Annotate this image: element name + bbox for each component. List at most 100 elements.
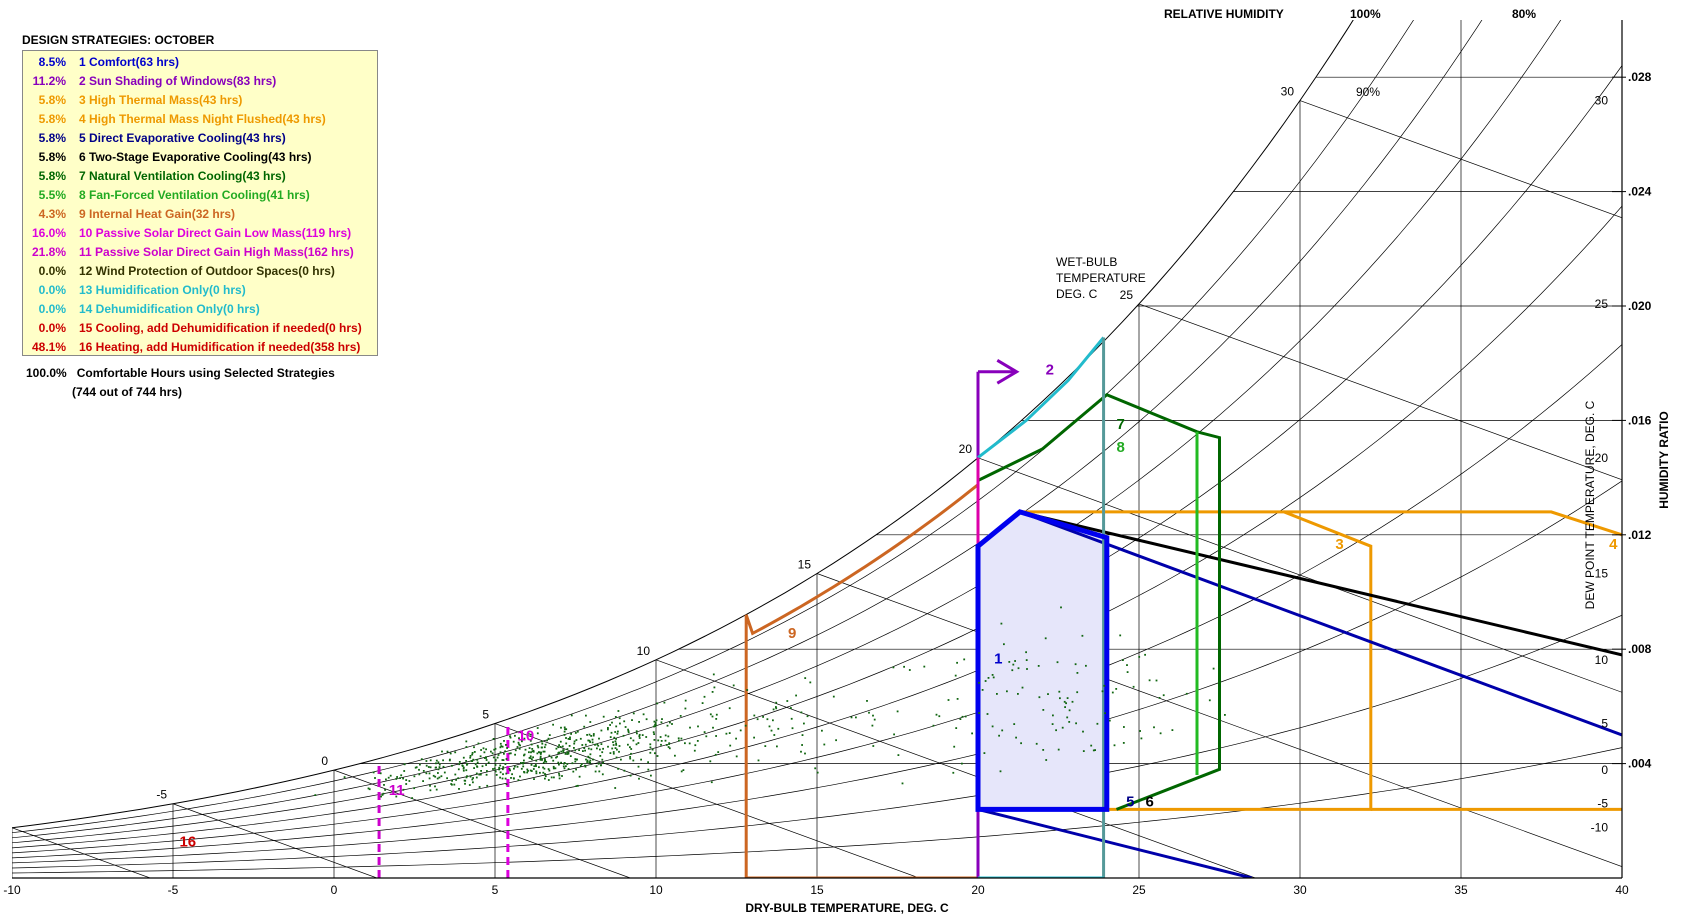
data-point bbox=[531, 748, 534, 750]
legend-label: 12 Wind Protection of Outdoor Spaces(0 h… bbox=[79, 264, 335, 278]
data-point bbox=[584, 749, 586, 752]
y-tick-label: .024 bbox=[1628, 185, 1652, 199]
data-point bbox=[510, 777, 512, 779]
data-point bbox=[803, 722, 805, 725]
data-point bbox=[770, 729, 773, 732]
legend-pct: 11.2% bbox=[32, 74, 66, 88]
data-point bbox=[715, 713, 718, 716]
data-point bbox=[458, 761, 461, 763]
data-point bbox=[665, 744, 668, 746]
data-point bbox=[485, 773, 488, 776]
data-point bbox=[637, 765, 640, 768]
data-point bbox=[555, 747, 558, 750]
data-point bbox=[656, 755, 659, 757]
data-point bbox=[622, 734, 625, 737]
data-point bbox=[618, 750, 620, 753]
zone-9-outline bbox=[744, 457, 980, 878]
data-point bbox=[501, 759, 504, 761]
data-point bbox=[384, 789, 386, 791]
data-point bbox=[343, 776, 346, 778]
data-point bbox=[543, 760, 546, 763]
data-point bbox=[614, 731, 617, 733]
data-point bbox=[638, 735, 641, 738]
data-point bbox=[405, 783, 408, 785]
data-point bbox=[469, 775, 472, 778]
data-point bbox=[442, 759, 444, 762]
data-point bbox=[903, 665, 905, 668]
data-point bbox=[465, 776, 468, 779]
zone-label: 4 bbox=[1609, 536, 1618, 553]
data-point bbox=[562, 749, 565, 751]
data-point bbox=[438, 763, 441, 766]
legend-pct: 8.5% bbox=[38, 55, 66, 69]
data-point bbox=[541, 742, 544, 745]
data-point bbox=[486, 784, 489, 787]
data-point bbox=[614, 787, 617, 789]
data-point bbox=[558, 774, 561, 777]
data-point bbox=[619, 722, 621, 725]
data-point bbox=[542, 771, 545, 774]
data-point bbox=[546, 739, 548, 742]
data-point bbox=[872, 714, 874, 717]
data-point bbox=[497, 754, 500, 756]
data-point bbox=[772, 719, 774, 722]
data-point bbox=[711, 715, 714, 718]
data-point bbox=[581, 744, 584, 746]
data-point bbox=[544, 775, 547, 778]
data-point bbox=[992, 676, 995, 679]
data-point bbox=[649, 746, 652, 749]
data-point bbox=[954, 674, 957, 677]
data-point bbox=[987, 677, 990, 679]
data-point bbox=[574, 760, 577, 763]
data-point bbox=[1158, 697, 1161, 699]
data-point bbox=[548, 754, 551, 757]
data-point bbox=[713, 686, 716, 689]
data-point bbox=[832, 695, 835, 698]
data-point bbox=[531, 750, 534, 753]
data-point bbox=[527, 770, 529, 772]
data-point bbox=[600, 743, 603, 745]
data-point bbox=[671, 723, 673, 725]
data-point bbox=[569, 755, 572, 757]
data-point bbox=[504, 763, 507, 765]
data-point bbox=[1006, 690, 1008, 693]
data-point bbox=[1208, 699, 1211, 702]
data-point bbox=[638, 721, 640, 723]
data-point bbox=[558, 763, 560, 766]
data-point bbox=[654, 722, 657, 724]
data-point bbox=[663, 701, 666, 704]
data-point bbox=[425, 764, 428, 767]
data-point bbox=[451, 764, 453, 767]
legend-label: 3 High Thermal Mass(43 hrs) bbox=[79, 93, 243, 107]
data-point bbox=[649, 743, 652, 746]
data-point bbox=[502, 773, 504, 776]
data-point bbox=[598, 737, 600, 740]
data-point bbox=[1000, 622, 1003, 625]
data-point bbox=[668, 742, 671, 745]
legend-label: 13 Humidification Only(0 hrs) bbox=[79, 283, 246, 297]
data-point bbox=[578, 775, 581, 778]
data-point bbox=[1061, 726, 1064, 729]
data-point bbox=[498, 768, 500, 771]
data-point bbox=[804, 752, 806, 755]
data-point bbox=[660, 721, 663, 724]
data-point bbox=[418, 773, 421, 776]
data-point bbox=[566, 748, 569, 750]
data-point bbox=[542, 750, 545, 753]
data-point bbox=[476, 765, 478, 768]
data-point bbox=[599, 748, 601, 751]
data-point bbox=[712, 673, 715, 676]
data-point bbox=[978, 712, 980, 714]
wetbulb-tick-label: 30 bbox=[1281, 85, 1295, 99]
data-point bbox=[414, 766, 417, 769]
data-point bbox=[475, 772, 478, 775]
data-point bbox=[680, 770, 683, 773]
data-point bbox=[548, 734, 551, 736]
data-point bbox=[953, 745, 956, 748]
data-point bbox=[640, 758, 642, 761]
data-point bbox=[442, 765, 445, 768]
wetbulb-axis-label: DEG. C bbox=[1056, 287, 1098, 301]
data-point bbox=[526, 771, 529, 774]
data-point bbox=[429, 789, 432, 792]
data-point bbox=[596, 747, 598, 750]
